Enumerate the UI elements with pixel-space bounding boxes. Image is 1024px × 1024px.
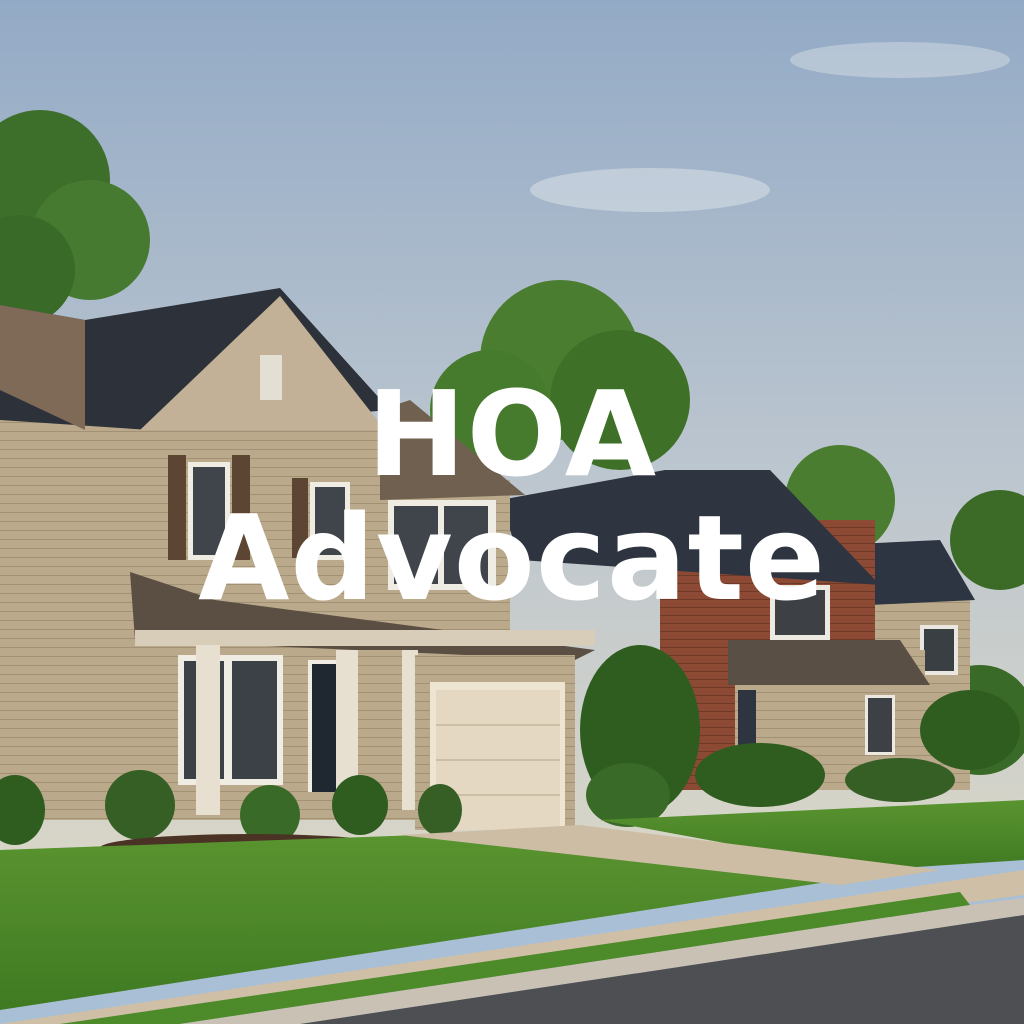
- title-line-1: HOA: [366, 365, 658, 503]
- cloud: [790, 42, 1010, 78]
- banner-title: HOA Advocate: [0, 372, 1024, 620]
- cloud: [530, 168, 770, 212]
- title-line-2: Advocate: [198, 489, 826, 627]
